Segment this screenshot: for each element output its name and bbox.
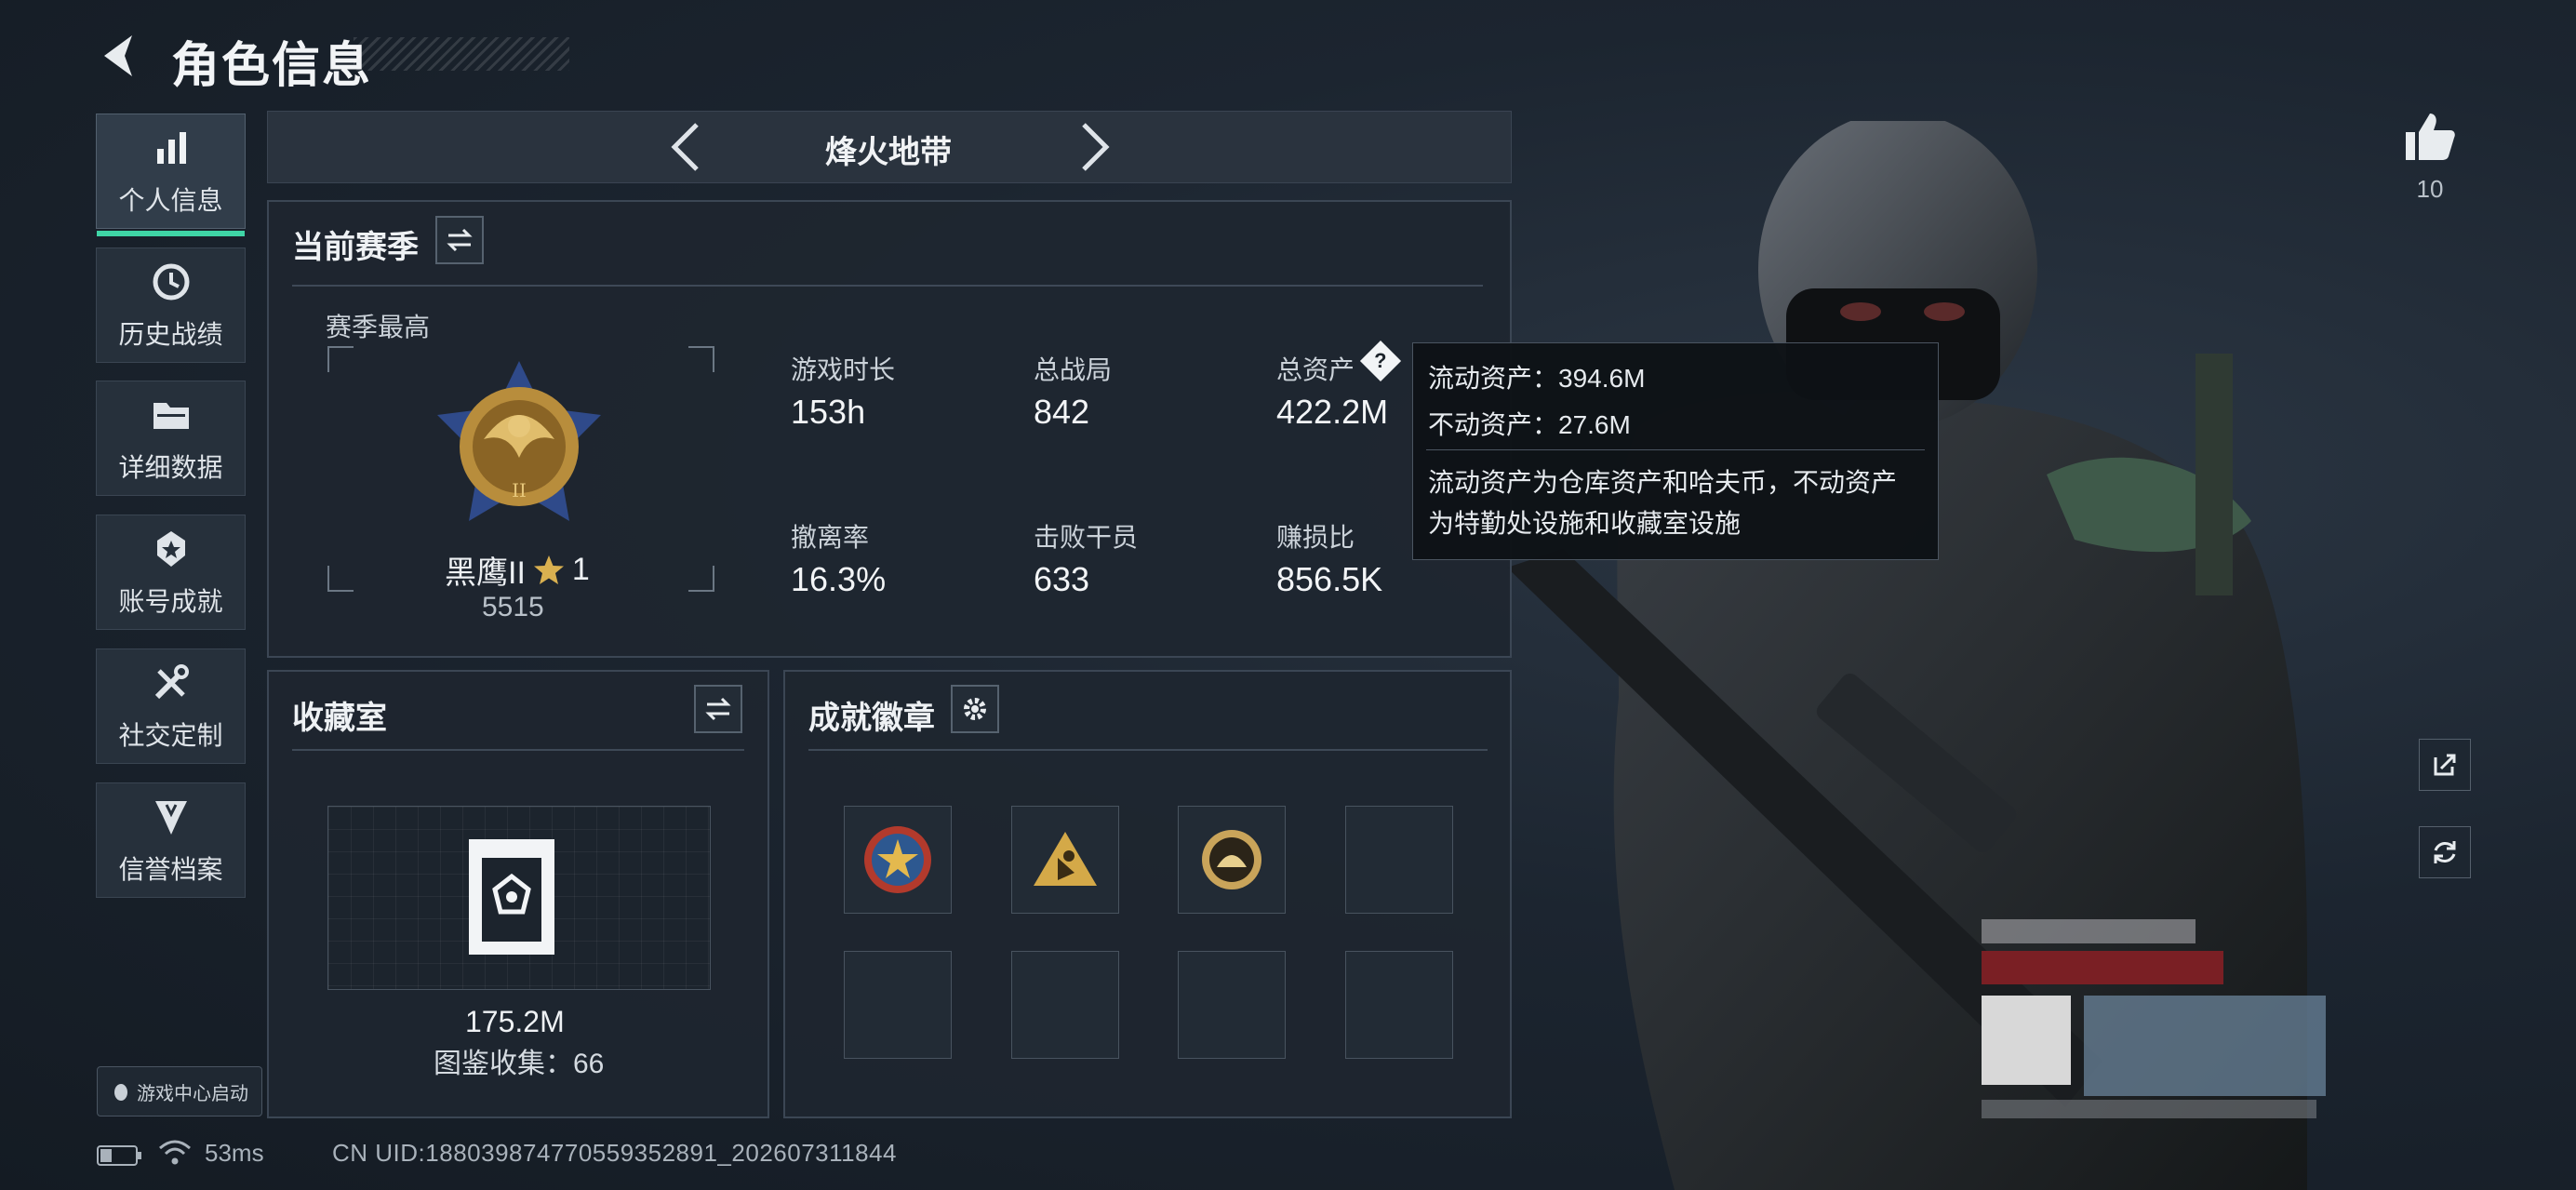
frame-corner [327,566,354,592]
stat-value: 16.3% [791,560,887,598]
rank-points: 5515 [482,592,544,622]
sidebar-item-label: 详细数据 [118,453,223,482]
swap-icon [705,697,731,721]
title-decoration [354,37,569,71]
badge-slot-empty[interactable] [1011,951,1119,1059]
share-button[interactable] [2419,739,2471,791]
season-switch-button[interactable] [435,216,484,264]
tools-icon [154,664,189,700]
badge-slot-empty[interactable] [1345,806,1453,914]
sidebar-item-label: 账号成就 [118,587,223,616]
bar-chart-icon [156,132,186,164]
stat-value: 422.2M [1276,393,1389,431]
tooltip-fixed-assets: 不动资产：27.6M [1428,410,1631,439]
tooltip-description: 为特勤处设施和收藏室设施 [1428,509,1742,538]
back-arrow-icon[interactable] [93,28,145,84]
season-divider [292,285,1483,287]
stat-label: 总战局 [1034,355,1113,384]
sidebar-item-label: 社交定制 [118,721,223,750]
mode-name: 烽火地带 [825,135,952,170]
sidebar-item-label: 历史战绩 [118,320,223,349]
badges-divider [808,749,1488,751]
season-panel-title: 当前赛季 [292,230,419,265]
stat-label: 总资产 [1276,355,1355,384]
collection-catalog: 图鉴收集：66 [434,1049,605,1079]
stat-value: 153h [791,393,866,431]
sidebar-item-label: 信誉档案 [118,855,223,884]
stat-value: 633 [1034,560,1090,598]
battery-icon [97,1145,141,1166]
ping-value: 53ms [205,1139,264,1167]
tooltip-divider [1426,449,1925,450]
rank-emblem-icon: II [437,361,601,521]
gear-icon [964,698,986,720]
player-uid: CN UID:18803987477055935289​1_2026073118… [332,1139,897,1167]
badge-slot-empty[interactable] [1345,951,1453,1059]
stat-value: 856.5K [1276,560,1383,598]
collection-panel-title: 收藏室 [292,701,387,736]
frame-corner [688,346,714,372]
rank-name-row: 黑鹰II 1 [445,547,590,593]
sidebar-item-label: 个人信息 [118,186,223,215]
badge-emblem-icon [864,826,931,893]
asset-tooltip: 流动资产：394.6M 不动资产：27.6M 流动资产为仓库资产和哈夫币，不动资… [1412,342,1939,560]
badges-panel-title: 成就徽章 [808,701,935,736]
collection-divider [292,749,744,751]
sidebar-item-personal-info[interactable]: 个人信息 [96,114,246,236]
share-icon [2434,754,2456,776]
frame-corner [327,346,354,372]
badge-triangle-icon [1034,832,1097,886]
sidebar-item-achievements[interactable]: 账号成就 [96,515,246,630]
stat-label: 击败干员 [1034,523,1139,552]
stat-label: 撤离率 [791,523,870,552]
shield-icon [154,801,187,835]
sidebar-item-detailed-data[interactable]: 详细数据 [96,381,246,496]
badge-slot[interactable] [1011,806,1119,914]
rank-name: 黑鹰II [445,555,526,591]
frame-corner [688,566,714,592]
tooltip-description: 流动资产为仓库资产和哈夫币，不动资产 [1428,468,1898,497]
sidebar-item-social-custom[interactable]: 社交定制 [96,648,246,764]
thumbs-up-icon[interactable] [2400,108,2458,166]
tooltip-liquid-assets: 流动资产：394.6M [1428,364,1646,393]
swap-icon [447,228,473,252]
chevron-right-icon[interactable] [1074,119,1115,175]
refresh-icon [2434,841,2456,863]
wifi-icon [159,1140,191,1165]
collection-switch-button[interactable] [694,685,742,733]
character-model [1507,121,2326,1190]
stat-value: 842 [1034,393,1090,431]
like-count: 10 [2416,175,2444,203]
star-icon [533,555,564,584]
game-center-launch-badge[interactable]: 游戏中心启动 [97,1066,262,1116]
season-best-label: 赛季最高 [326,313,431,341]
medal-icon [156,531,185,567]
stat-label: 游戏时长 [791,355,896,384]
penguin-icon [114,1084,127,1101]
sidebar-item-reputation[interactable]: 信誉档案 [96,782,246,898]
chevron-left-icon[interactable] [665,119,706,175]
collection-vault-icon [469,839,554,955]
folder-icon [153,403,189,429]
stat-label: 赚损比 [1276,523,1355,552]
badges-settings-button[interactable] [951,685,999,733]
badge-slot[interactable] [844,806,952,914]
badge-slot-empty[interactable] [844,951,952,1059]
badge-shell-icon [1202,830,1261,889]
history-clock-icon [153,263,189,301]
rank-stars: 1 [571,552,590,587]
refresh-button[interactable] [2419,826,2471,878]
svg-text:II: II [512,479,527,501]
badge-slot-empty[interactable] [1178,951,1286,1059]
badge-slot[interactable] [1178,806,1286,914]
page-title: 角色信息 [171,39,373,93]
sidebar-item-match-history[interactable]: 历史战绩 [96,247,246,363]
collection-value: 175.2M [465,1005,565,1038]
